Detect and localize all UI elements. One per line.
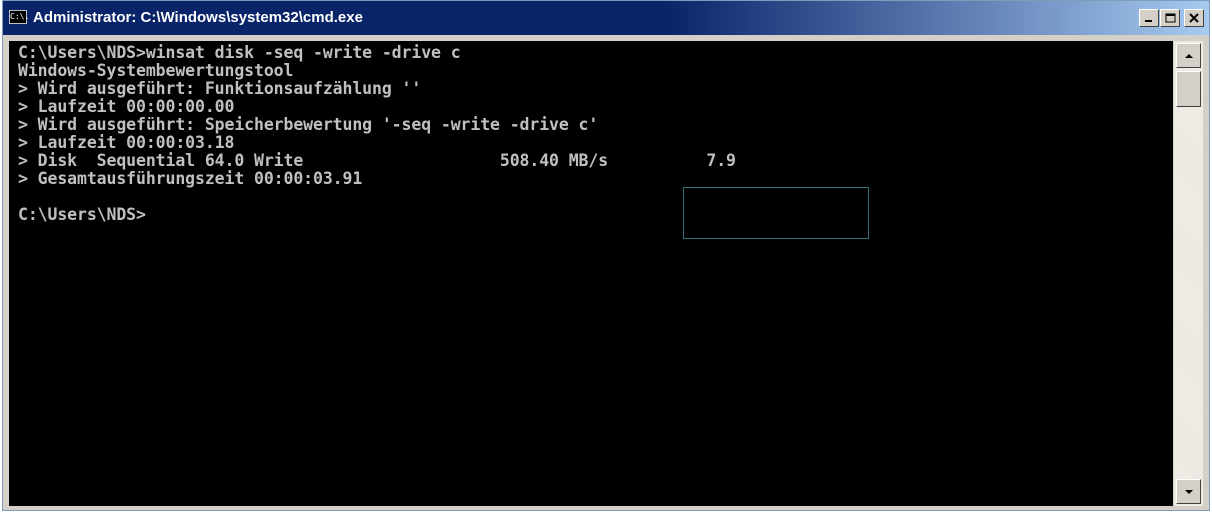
console-line: > Gesamtausführungszeit 00:00:03.91 bbox=[18, 169, 363, 188]
console-line: > Laufzeit 00:00:00.00 bbox=[18, 97, 235, 116]
scroll-thumb[interactable] bbox=[1176, 71, 1201, 107]
console-output[interactable]: C:\Users\NDS>winsat disk -seq -write -dr… bbox=[9, 41, 1173, 506]
arrow-up-icon bbox=[1184, 53, 1193, 58]
minimize-button[interactable] bbox=[1139, 9, 1159, 27]
arrow-down-icon bbox=[1184, 489, 1193, 494]
console-prompt: C:\Users\NDS> bbox=[18, 205, 146, 224]
result-highlight-box bbox=[683, 187, 869, 239]
console-line: > Laufzeit 00:00:03.18 bbox=[18, 133, 235, 152]
scroll-up-button[interactable] bbox=[1176, 43, 1201, 68]
console-line: > Wird ausgeführt: Speicherbewertung '-s… bbox=[18, 115, 599, 134]
console-line: Windows-Systembewertungstool bbox=[18, 61, 294, 80]
console-line: > Disk Sequential 64.0 Write 508.40 MB/s… bbox=[18, 151, 736, 170]
console-line: > Wird ausgeführt: Funktionsaufzählung '… bbox=[18, 79, 422, 98]
maximize-icon bbox=[1165, 13, 1175, 23]
title-bar[interactable]: C:\. Administrator: C:\Windows\system32\… bbox=[3, 1, 1209, 35]
vertical-scrollbar[interactable] bbox=[1174, 41, 1203, 506]
window-title: Administrator: C:\Windows\system32\cmd.e… bbox=[33, 9, 363, 26]
maximize-button[interactable] bbox=[1160, 9, 1180, 27]
scroll-down-button[interactable] bbox=[1176, 479, 1201, 504]
minimize-icon bbox=[1145, 20, 1152, 22]
close-icon bbox=[1189, 13, 1199, 23]
close-button[interactable] bbox=[1184, 9, 1204, 27]
cmd-app-icon[interactable]: C:\. bbox=[9, 10, 29, 24]
cmd-window: C:\. Administrator: C:\Windows\system32\… bbox=[2, 0, 1210, 511]
console-line: C:\Users\NDS>winsat disk -seq -write -dr… bbox=[18, 43, 461, 62]
